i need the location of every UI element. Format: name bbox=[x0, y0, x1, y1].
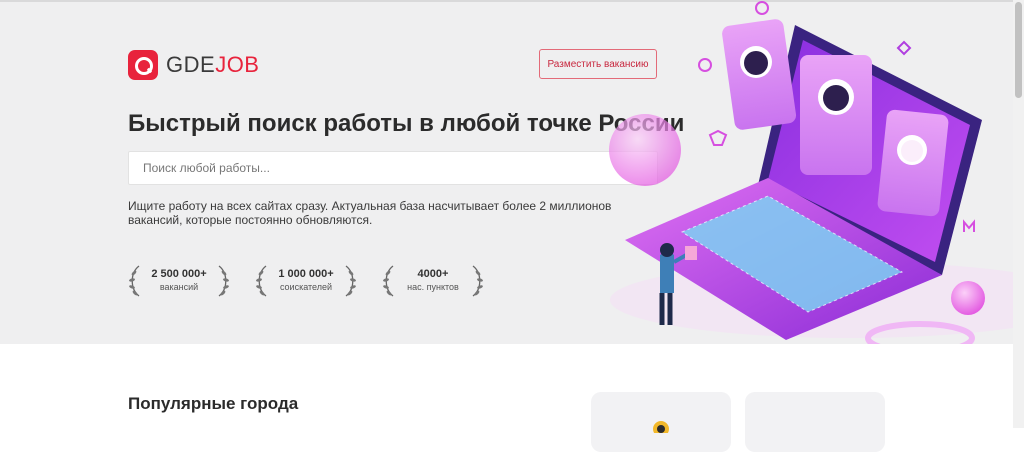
page-scrollbar[interactable] bbox=[1013, 0, 1024, 428]
logo-icon bbox=[128, 50, 158, 80]
laurel-right-icon bbox=[345, 265, 356, 297]
logo-text: GDEJOB bbox=[166, 52, 260, 77]
scrollbar-thumb[interactable] bbox=[1015, 2, 1022, 98]
city-card[interactable] bbox=[745, 392, 885, 452]
laptop-illustration bbox=[609, 1, 1013, 344]
laurel-right-icon bbox=[472, 265, 483, 297]
search-input[interactable] bbox=[128, 151, 658, 185]
site-logo[interactable]: GDEJOB bbox=[128, 50, 259, 80]
city-card[interactable] bbox=[591, 392, 731, 452]
city-icon bbox=[653, 421, 669, 433]
stat-applicants: 1 000 000+ соискателей bbox=[254, 264, 358, 298]
hero-section: GDEJOB Разместить вакансию Быстрый поиск… bbox=[0, 0, 1013, 344]
laurel-right-icon bbox=[218, 265, 229, 297]
popular-cities-title: Популярные города bbox=[128, 394, 299, 413]
hero-description: Ищите работу на всех сайтах сразу. Актуа… bbox=[128, 199, 612, 227]
stat-settlements: 4000+ нас. пунктов bbox=[381, 264, 485, 298]
stat-vacancies: 2 500 000+ вакансий bbox=[127, 264, 231, 298]
